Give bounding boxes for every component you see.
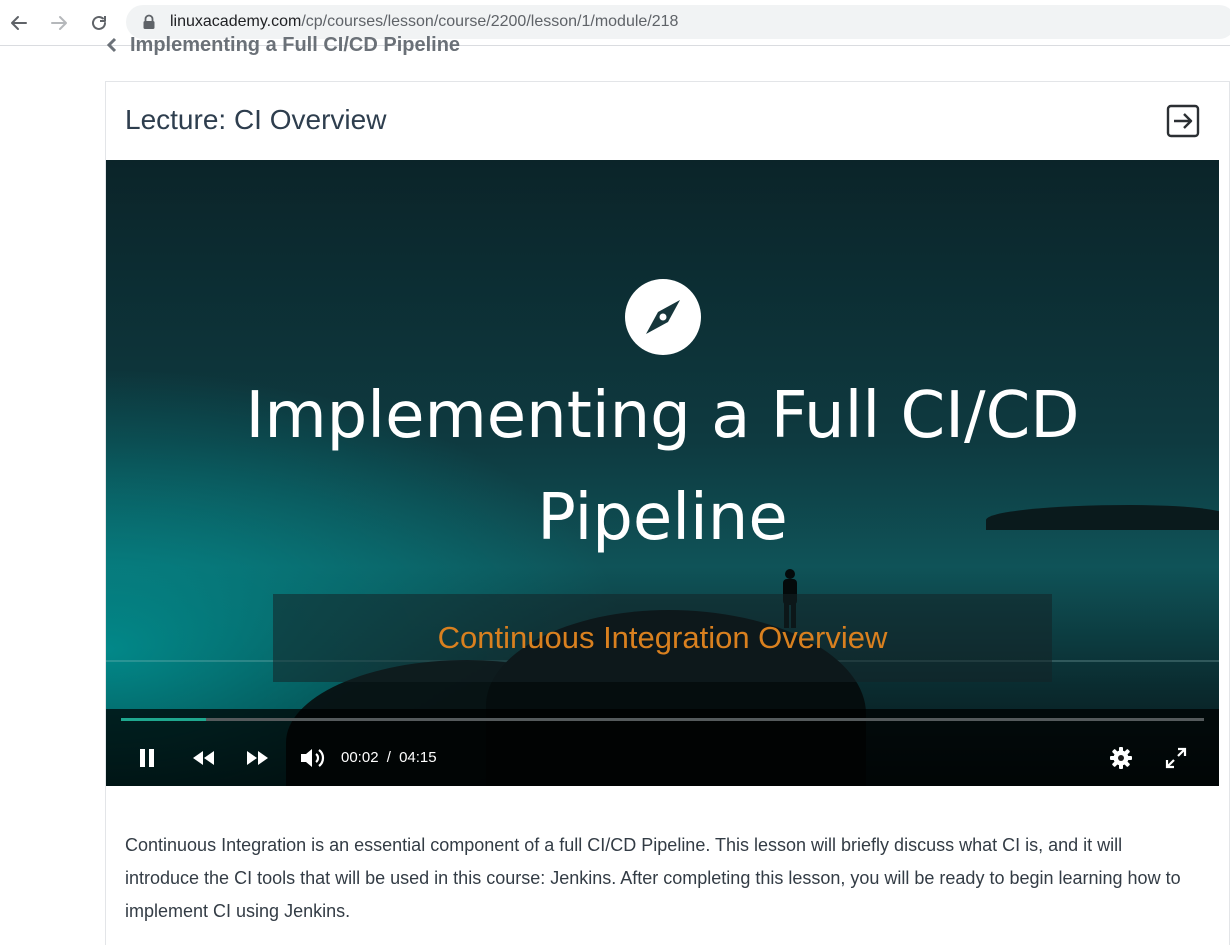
- rewind-icon: [193, 751, 214, 765]
- fullscreen-button[interactable]: [1163, 745, 1189, 771]
- forward-button[interactable]: [46, 10, 72, 36]
- slide-title-line1: Implementing a Full CI/CD: [245, 379, 1080, 453]
- video-controls: 00:02 / 04:15: [106, 709, 1219, 786]
- time-readout: 00:02 / 04:15: [341, 749, 437, 766]
- url-text: linuxacademy.com/cp/courses/lesson/cours…: [170, 13, 678, 31]
- time-separator: /: [386, 749, 391, 766]
- fast-forward-button[interactable]: [243, 745, 273, 771]
- fullscreen-icon: [1165, 747, 1187, 769]
- pause-icon: [140, 749, 154, 767]
- url-path: /cp/courses/lesson/course/2200/lesson/1/…: [301, 13, 679, 30]
- arrow-right-icon: [51, 16, 67, 30]
- rewind-button[interactable]: [188, 745, 218, 771]
- video-player[interactable]: Implementing a Full CI/CD Pipeline Conti…: [106, 160, 1219, 786]
- lock-icon: [143, 14, 155, 29]
- back-button[interactable]: [6, 10, 32, 36]
- exit-arrow-icon[interactable]: [1166, 104, 1200, 138]
- volume-button[interactable]: [298, 745, 328, 771]
- compass-icon: [625, 279, 701, 355]
- lesson-description: Continuous Integration is an essential c…: [125, 835, 1181, 921]
- url-host: linuxacademy.com: [170, 13, 302, 30]
- reload-icon: [92, 15, 106, 30]
- progress-fill: [121, 718, 206, 721]
- settings-button[interactable]: [1108, 745, 1134, 771]
- pause-button[interactable]: [134, 745, 160, 771]
- duration: 04:15: [399, 749, 437, 766]
- chevron-left-icon: [106, 37, 117, 53]
- slide-subtitle: Continuous Integration Overview: [437, 620, 888, 655]
- gear-icon: [1110, 747, 1132, 769]
- progress-bar[interactable]: [121, 718, 1204, 721]
- arrow-left-icon: [11, 16, 27, 30]
- fast-forward-icon: [247, 751, 268, 765]
- lecture-title: Lecture: CI Overview: [125, 104, 387, 135]
- slide-subtitle-box: Continuous Integration Overview: [273, 594, 1052, 682]
- breadcrumb-course-link[interactable]: Implementing a Full CI/CD Pipeline: [130, 34, 460, 57]
- lecture-header: Lecture: CI Overview: [106, 82, 1219, 160]
- breadcrumb[interactable]: Implementing a Full CI/CD Pipeline: [106, 32, 460, 58]
- volume-icon: [301, 749, 325, 767]
- slide-title: Implementing a Full CI/CD Pipeline: [106, 365, 1219, 569]
- slide-title-line2: Pipeline: [537, 481, 788, 555]
- current-time: 00:02: [341, 749, 379, 766]
